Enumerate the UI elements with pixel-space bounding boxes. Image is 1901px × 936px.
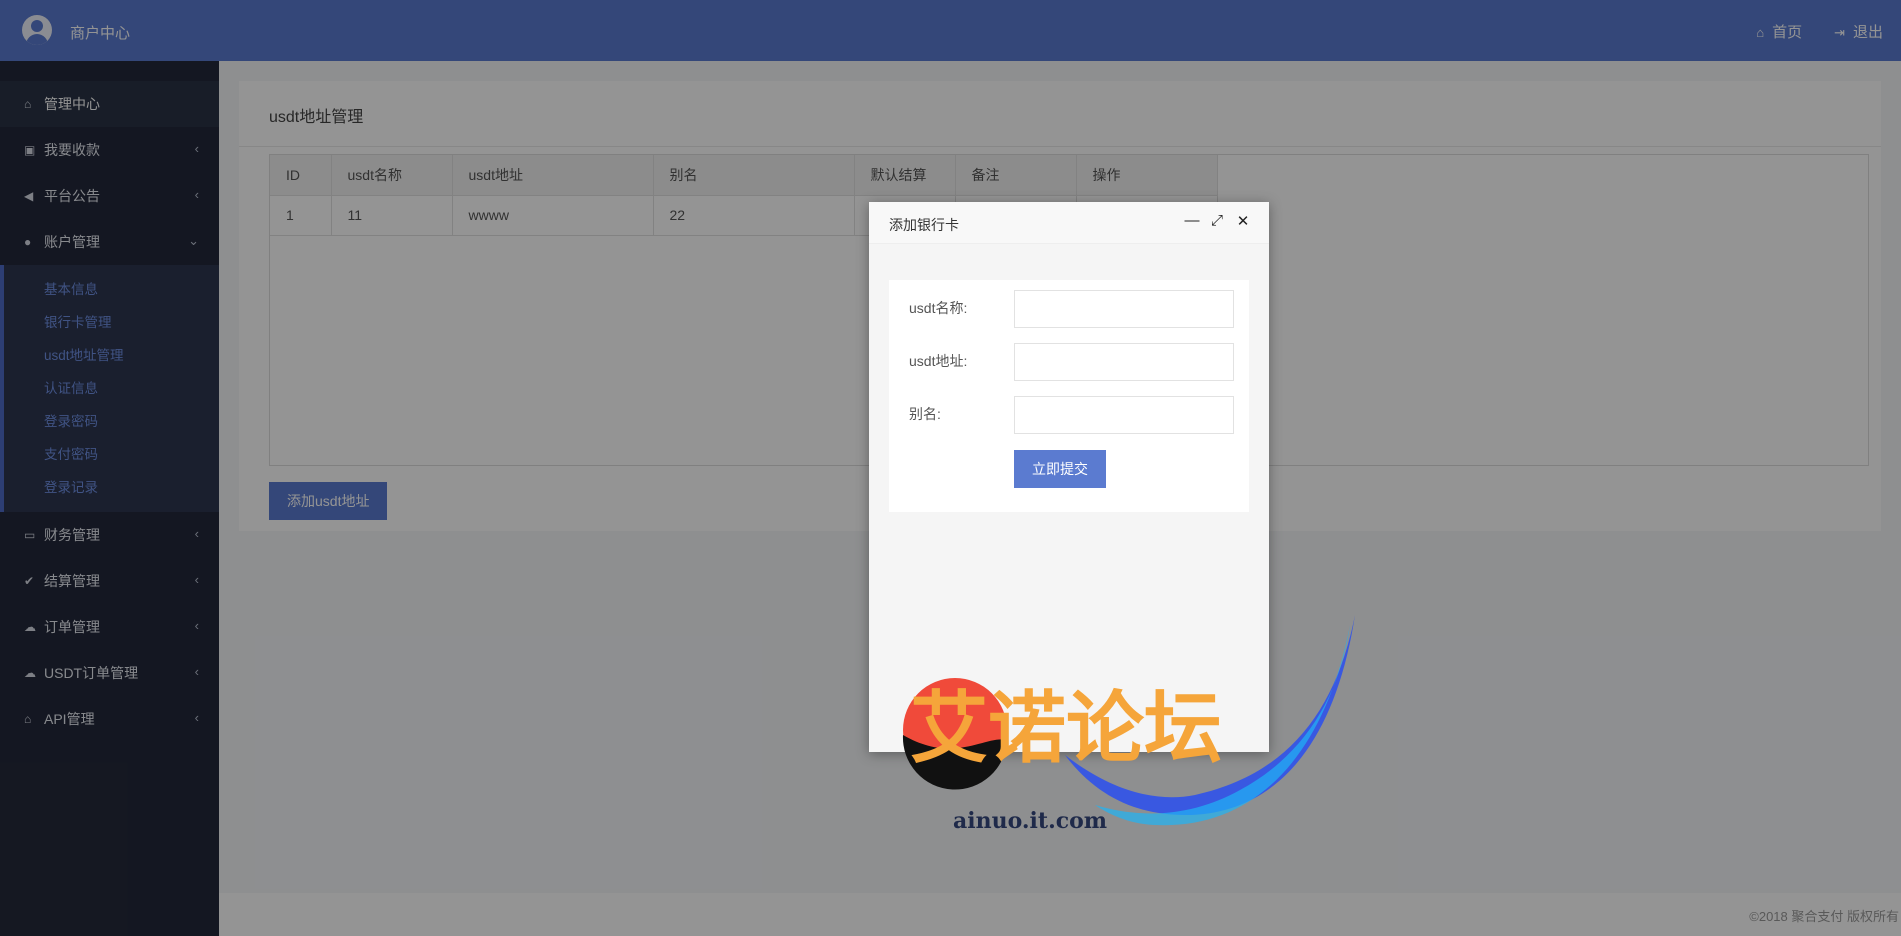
minimize-icon[interactable]: — <box>1182 212 1202 229</box>
usdt-name-row: usdt名称: <box>889 290 1249 330</box>
alias-row: 别名: <box>889 396 1249 436</box>
submit-button[interactable]: 立即提交 <box>1014 450 1106 488</box>
close-icon[interactable]: ✕ <box>1233 212 1253 230</box>
alias-label: 别名: <box>909 406 941 422</box>
watermark-text: 艾诺论坛 <box>910 684 1222 774</box>
usdt-address-input[interactable] <box>1014 343 1234 381</box>
usdt-name-input[interactable] <box>1014 290 1234 328</box>
dialog-title: 添加银行卡 <box>889 217 959 233</box>
usdt-name-label: usdt名称: <box>909 300 968 316</box>
watermark-domain: ainuo.it.com <box>953 808 1107 834</box>
watermark: 艾诺论坛 ainuo.it.com <box>902 615 1355 834</box>
usdt-address-label: usdt地址: <box>909 353 968 369</box>
usdt-address-row: usdt地址: <box>889 343 1249 383</box>
alias-input[interactable] <box>1014 396 1234 434</box>
maximize-icon[interactable]: ⤢ <box>1207 212 1227 229</box>
dialog-header: 添加银行卡 — ⤢ ✕ <box>869 202 1269 244</box>
usdt-form: usdt名称: usdt地址: 别名: 立即提交 <box>889 280 1249 512</box>
